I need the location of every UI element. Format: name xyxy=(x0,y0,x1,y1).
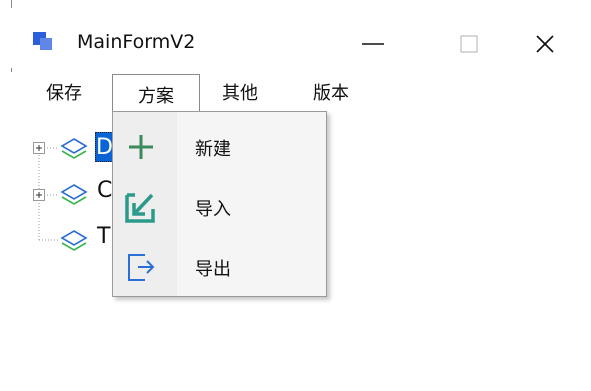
window-title: MainFormV2 xyxy=(77,31,196,53)
menu-item-label: 导出 xyxy=(195,259,231,280)
menu-version[interactable]: 版本 xyxy=(301,74,361,110)
tree-node-label[interactable]: D xyxy=(95,132,113,162)
maximize-icon xyxy=(460,35,478,53)
plus-icon xyxy=(129,135,153,159)
export-icon xyxy=(128,254,155,281)
layers-icon xyxy=(60,138,88,159)
minimize-icon xyxy=(362,43,384,45)
minimize-button[interactable] xyxy=(327,16,419,72)
menu-item-label: 新建 xyxy=(195,139,231,160)
menu-item-label: 导入 xyxy=(195,199,231,220)
close-icon xyxy=(536,35,554,53)
title-bar[interactable]: MainFormV2 xyxy=(11,8,591,68)
menu-other[interactable]: 其他 xyxy=(211,74,269,110)
tree-node-label[interactable]: T xyxy=(97,224,110,249)
scheme-dropdown-menu: 新建 导入 导出 xyxy=(112,111,327,297)
app-icon xyxy=(33,32,52,50)
menu-scheme[interactable]: 方案 xyxy=(112,74,200,114)
main-window: MainFormV2 保存 方案 其他 版本 D C T 新建 导入 导出 xyxy=(0,0,591,391)
close-button[interactable] xyxy=(499,16,591,72)
expand-toggle-icon[interactable] xyxy=(33,189,45,201)
menu-bar: 保存 方案 其他 版本 xyxy=(11,72,591,114)
expand-toggle-icon[interactable] xyxy=(33,142,45,154)
menu-item-import[interactable]: 导入 xyxy=(113,178,326,236)
menu-item-new[interactable]: 新建 xyxy=(113,118,326,176)
menu-save[interactable]: 保存 xyxy=(39,74,89,110)
tree-node-label[interactable]: C xyxy=(97,178,112,203)
menu-item-export[interactable]: 导出 xyxy=(113,238,326,296)
layers-icon xyxy=(60,230,88,251)
layers-icon xyxy=(60,184,88,205)
import-icon xyxy=(125,193,155,223)
window-top-edge xyxy=(0,0,591,8)
